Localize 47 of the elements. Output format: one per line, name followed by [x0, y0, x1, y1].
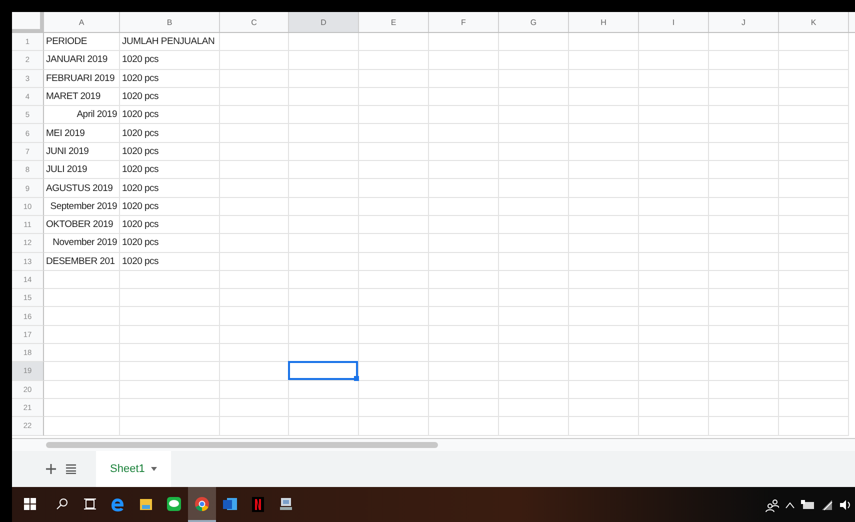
table-cell[interactable]: 1020 pcs	[120, 88, 220, 106]
table-cell[interactable]: September 2019	[44, 198, 120, 216]
netflix-icon	[250, 496, 266, 512]
sheet-tab[interactable]: Sheet1	[96, 451, 171, 487]
table-cell[interactable]: MARET 2019	[44, 88, 120, 106]
table-cell[interactable]: 1020 pcs	[120, 216, 220, 234]
table-cell[interactable]: 1020 pcs	[120, 124, 220, 143]
fill-handle[interactable]	[354, 376, 359, 381]
horizontal-scrollbar[interactable]	[46, 442, 438, 448]
table-cell[interactable]: April 2019	[44, 106, 120, 124]
plus-icon[interactable]	[46, 464, 56, 474]
menu-icon[interactable]	[66, 464, 76, 474]
wifi-icon[interactable]	[821, 498, 833, 510]
caret-icon[interactable]	[150, 467, 157, 471]
table-cell[interactable]: 1020 pcs	[120, 142, 220, 162]
table-cell[interactable]: 1020 pcs	[120, 161, 220, 180]
table-cell[interactable]: JUNI 2019	[44, 142, 120, 162]
table-cell[interactable]: DESEMBER 201	[44, 252, 120, 271]
volume-icon[interactable]	[839, 498, 851, 510]
table-cell[interactable]: JUMLAH PENJUALAN	[120, 33, 220, 52]
table-cell[interactable]: MEI 2019	[44, 124, 120, 143]
column-header[interactable]: D	[289, 12, 359, 32]
table-cell[interactable]: FEBRUARI 2019	[44, 70, 120, 88]
select-all-corner[interactable]	[12, 12, 44, 32]
search-icon	[56, 498, 68, 510]
table-cell[interactable]: November 2019	[44, 234, 120, 253]
chevron-up-icon[interactable]	[785, 500, 795, 508]
table-cell[interactable]: OKTOBER 2019	[44, 216, 120, 234]
table-cell[interactable]: 1020 pcs	[120, 252, 220, 271]
chrome-icon	[194, 496, 210, 512]
edge-icon	[110, 496, 126, 512]
task-view-icon	[84, 498, 96, 510]
table-cell[interactable]: 1020 pcs	[120, 106, 220, 124]
table-cell[interactable]: 1020 pcs	[120, 234, 220, 253]
table-cell[interactable]: 1020 pcs	[120, 198, 220, 216]
document-icon	[222, 496, 238, 512]
table-cell[interactable]: JULI 2019	[44, 161, 120, 180]
table-cell[interactable]: JANUARI 2019	[44, 51, 120, 70]
computer-icon	[278, 496, 294, 512]
table-cell[interactable]: 1020 pcs	[120, 179, 220, 198]
windows-icon	[24, 498, 36, 510]
table-cell[interactable]: 1020 pcs	[120, 70, 220, 88]
people-icon[interactable]	[765, 498, 779, 512]
chat-icon	[166, 496, 182, 512]
table-cell[interactable]: AGUSTUS 2019	[44, 179, 120, 198]
table-cell[interactable]: 1020 pcs	[120, 51, 220, 70]
table-cell[interactable]: PERIODE	[44, 33, 120, 52]
